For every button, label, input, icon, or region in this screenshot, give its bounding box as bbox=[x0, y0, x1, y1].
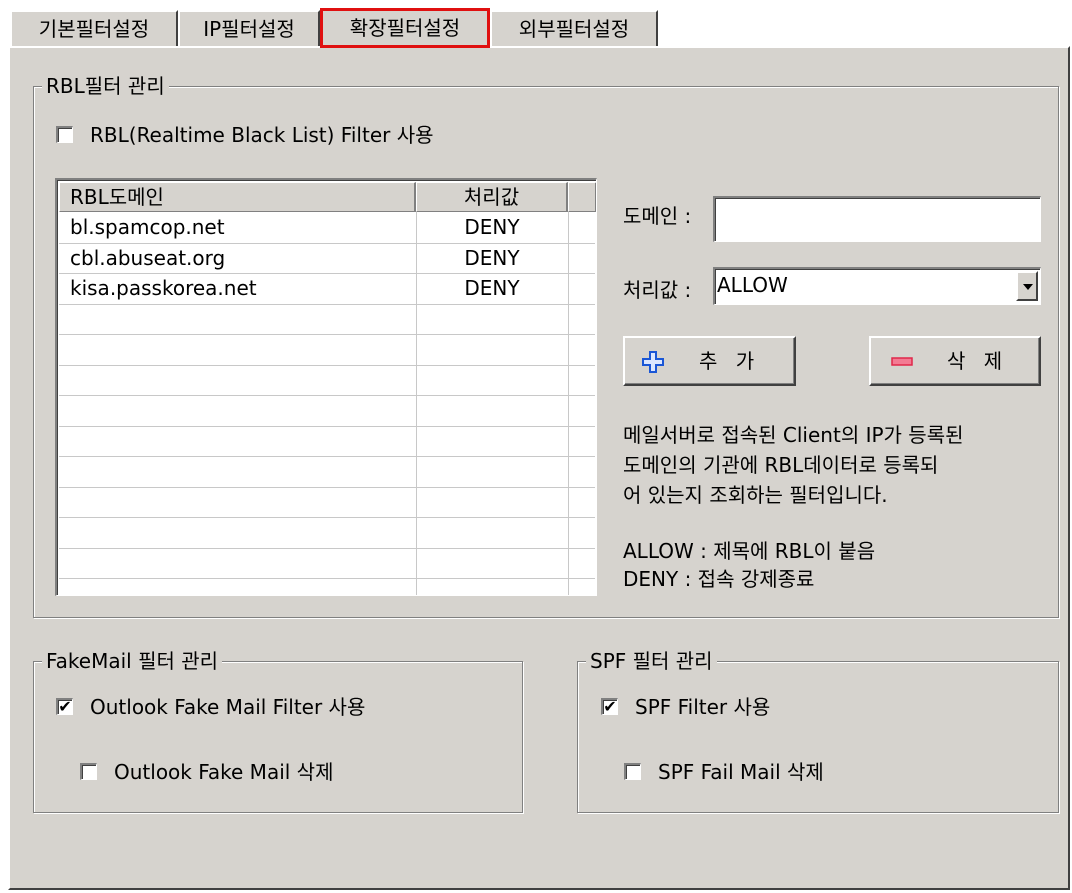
checkmark-icon: ✔ bbox=[603, 697, 617, 716]
chevron-down-icon[interactable] bbox=[1016, 271, 1038, 301]
grid-line bbox=[59, 364, 595, 366]
row-domain: kisa.passkorea.net bbox=[70, 276, 257, 300]
tab-external-filter[interactable]: 외부필터설정 bbox=[490, 10, 658, 46]
domain-label: 도메인 : bbox=[623, 204, 692, 228]
delete-button-label: 삭 제 bbox=[947, 349, 1009, 373]
fakemail-filter-label: Outlook Fake Mail Filter 사용 bbox=[90, 695, 366, 719]
action-label: 처리값 : bbox=[623, 278, 692, 302]
grid-line bbox=[59, 395, 595, 396]
grid-line bbox=[59, 456, 595, 457]
fakemail-groupbox bbox=[33, 661, 523, 813]
grid-line bbox=[59, 334, 595, 335]
tab-ip-filter[interactable]: IP필터설정 bbox=[178, 10, 320, 46]
grid-line bbox=[59, 425, 595, 427]
grid-line bbox=[59, 486, 595, 488]
column-header-action[interactable]: 처리값 bbox=[416, 182, 568, 212]
spf-filter-label: SPF Filter 사용 bbox=[635, 695, 771, 719]
row-domain: cbl.abuseat.org bbox=[70, 245, 226, 270]
spf-groupbox bbox=[577, 661, 1059, 813]
grid-line bbox=[59, 517, 595, 518]
plus-icon bbox=[642, 351, 664, 373]
spf-delete-checkbox[interactable] bbox=[624, 763, 641, 780]
rbl-description-line: 메일서버로 접속된 Client의 IP가 등록된 bbox=[623, 423, 964, 447]
fakemail-group-title: FakeMail 필터 관리 bbox=[42, 649, 223, 673]
grid-line bbox=[59, 303, 595, 305]
grid-line bbox=[59, 578, 595, 579]
row-action: DENY bbox=[464, 215, 520, 239]
column-header-empty bbox=[568, 182, 596, 212]
rbl-description-line: 어 있는지 조회하는 필터입니다. bbox=[623, 483, 888, 507]
tab-extended-filter[interactable]: 확장필터설정 bbox=[320, 8, 490, 48]
add-button[interactable]: 추 가 bbox=[623, 336, 796, 386]
action-select[interactable]: ALLOW bbox=[713, 267, 1041, 305]
rbl-enable-checkbox[interactable] bbox=[56, 126, 73, 143]
rbl-domain-list[interactable]: RBL도메인 처리값 bl.spamcop.net DENY cbl.abuseat… bbox=[55, 178, 597, 596]
row-action: DENY bbox=[464, 245, 520, 270]
fakemail-delete-label: Outlook Fake Mail 삭제 bbox=[114, 760, 334, 784]
table-row[interactable]: bl.spamcop.net DENY bbox=[59, 212, 595, 242]
add-button-label: 추 가 bbox=[699, 349, 761, 373]
action-select-value: ALLOW bbox=[717, 273, 788, 297]
fakemail-delete-checkbox[interactable] bbox=[80, 763, 97, 780]
grid-line bbox=[59, 547, 595, 549]
column-header-domain[interactable]: RBL도메인 bbox=[59, 182, 416, 212]
checkmark-icon: ✔ bbox=[58, 697, 72, 716]
rbl-description-line: 도메인의 기관에 RBL데이터로 등록되 bbox=[623, 453, 939, 477]
table-row[interactable]: kisa.passkorea.net DENY bbox=[59, 273, 595, 303]
rbl-legend-line: DENY : 접속 강제종료 bbox=[623, 567, 815, 591]
domain-input[interactable] bbox=[713, 196, 1041, 242]
spf-filter-checkbox[interactable]: ✔ bbox=[601, 698, 618, 715]
minus-icon bbox=[891, 357, 913, 366]
row-domain: bl.spamcop.net bbox=[70, 215, 225, 239]
tab-basic-filter[interactable]: 기본필터설정 bbox=[10, 10, 178, 46]
fakemail-filter-checkbox[interactable]: ✔ bbox=[56, 698, 73, 715]
spf-delete-label: SPF Fail Mail 삭제 bbox=[658, 760, 824, 784]
table-row[interactable]: cbl.abuseat.org DENY bbox=[59, 243, 595, 273]
rbl-enable-label: RBL(Realtime Black List) Filter 사용 bbox=[90, 123, 434, 147]
row-action: DENY bbox=[464, 276, 520, 300]
delete-button[interactable]: 삭 제 bbox=[869, 336, 1041, 386]
rbl-group-title: RBL필터 관리 bbox=[42, 74, 169, 98]
spf-group-title: SPF 필터 관리 bbox=[586, 649, 717, 673]
